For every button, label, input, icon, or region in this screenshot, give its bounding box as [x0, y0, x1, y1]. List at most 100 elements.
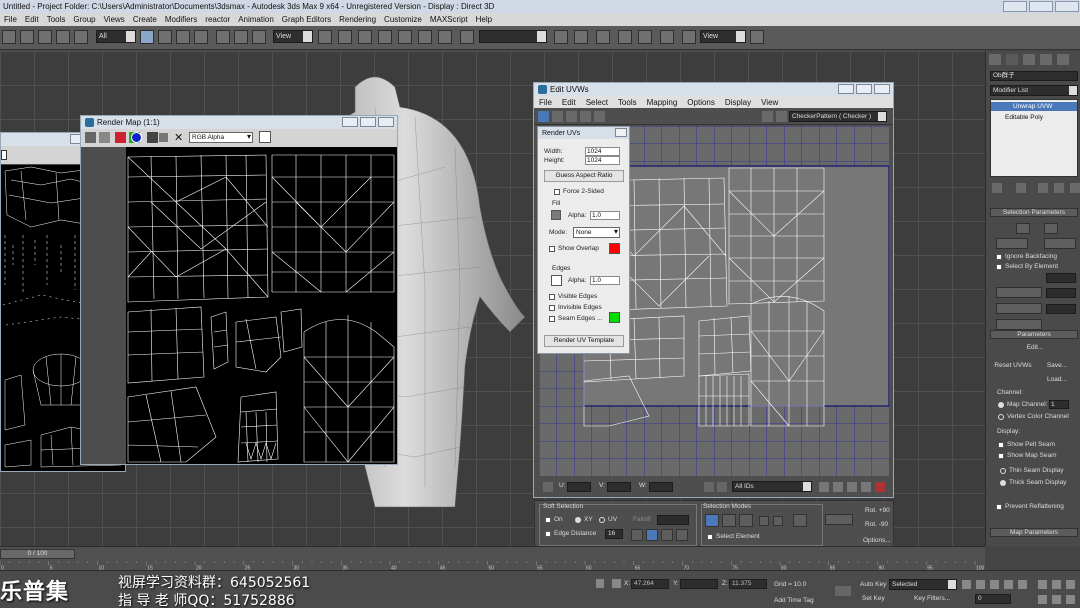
edge-mode-icon[interactable]: [722, 514, 736, 527]
uvw-menu-file[interactable]: File: [534, 98, 557, 107]
options-button[interactable]: Options...: [863, 537, 891, 544]
next-frame-icon[interactable]: [1004, 580, 1013, 589]
edge-distance-checkbox[interactable]: [545, 531, 551, 537]
schematic-view-icon[interactable]: [618, 30, 632, 44]
loop-button[interactable]: [1044, 238, 1076, 249]
pan-icon[interactable]: [704, 482, 714, 492]
add-time-tag-button[interactable]: Add Time Tag: [774, 597, 814, 604]
select-manipulate-icon[interactable]: [338, 30, 352, 44]
color-swatch[interactable]: [1, 150, 7, 160]
stack-item-editable-poly[interactable]: Editable Poly: [991, 113, 1077, 122]
visible-edges-checkbox[interactable]: [549, 294, 555, 300]
stack-item-unwrap-uvw[interactable]: Unwrap UVW: [991, 102, 1077, 111]
zoom-all-icon[interactable]: [1052, 580, 1061, 589]
planar-angle-field[interactable]: [1046, 288, 1076, 298]
selection-parameters-rollout[interactable]: Selection Parameters: [990, 208, 1078, 217]
maximize-button[interactable]: [1029, 1, 1053, 12]
fill-mode-dropdown[interactable]: None: [573, 227, 620, 238]
xy-radio[interactable]: [575, 517, 581, 523]
pin-stack-icon[interactable]: [992, 183, 1002, 193]
menu-animation[interactable]: Animation: [234, 15, 278, 24]
planar-angle-button[interactable]: [996, 287, 1042, 298]
angle-snap-icon[interactable]: [378, 30, 392, 44]
zoom-region-icon[interactable]: [847, 482, 857, 492]
paint-select-icon[interactable]: [793, 514, 807, 527]
rotate-icon[interactable]: [234, 30, 248, 44]
menu-reactor[interactable]: reactor: [201, 15, 234, 24]
zoom-extents-icon[interactable]: [833, 482, 843, 492]
select-element-checkbox[interactable]: [707, 534, 713, 540]
soft-selection-on-checkbox[interactable]: [545, 517, 551, 523]
make-unique-icon[interactable]: [1038, 183, 1048, 193]
uvw-rotate-icon[interactable]: [552, 111, 563, 122]
menu-tools[interactable]: Tools: [43, 15, 70, 24]
threshold-field[interactable]: [1046, 273, 1076, 283]
uvw-menu-tools[interactable]: Tools: [613, 98, 642, 107]
move-icon[interactable]: [216, 30, 230, 44]
select-by-name-icon[interactable]: [158, 30, 172, 44]
edge-distance-spinner[interactable]: 16: [605, 529, 623, 539]
zoom-selected-icon[interactable]: [861, 482, 871, 492]
auto-key-button[interactable]: Auto Key: [860, 581, 886, 588]
show-end-result-icon[interactable]: [1016, 183, 1026, 193]
shrink-button[interactable]: [1044, 223, 1058, 234]
thin-seam-radio[interactable]: [1000, 468, 1006, 474]
prev-frame-icon[interactable]: [976, 580, 985, 589]
width-spinner[interactable]: 1024: [585, 147, 620, 156]
lock-selection-icon[interactable]: [543, 482, 553, 492]
rectangular-selection-icon[interactable]: [176, 30, 190, 44]
grow-selection-icon[interactable]: [759, 516, 769, 526]
percent-snap-icon[interactable]: [398, 30, 412, 44]
uvw-scale-icon[interactable]: [566, 111, 577, 122]
render-map-titlebar[interactable]: Render Map (1:1): [81, 116, 397, 129]
falloff-slow-icon[interactable]: [661, 529, 673, 541]
render-uvs-close-button[interactable]: [615, 128, 627, 137]
arc-rotate-icon[interactable]: [1066, 595, 1075, 604]
modifier-list-dropdown[interactable]: Modifier List: [990, 85, 1078, 96]
selection-lock-icon[interactable]: [596, 579, 604, 588]
motion-tab-icon[interactable]: [1040, 54, 1052, 65]
reference-coordinate-dropdown[interactable]: View: [273, 30, 313, 43]
ignore-backfacing-checkbox[interactable]: [996, 254, 1002, 260]
uvw-uv-toggle-icon[interactable]: [776, 111, 787, 122]
render-map-window[interactable]: Render Map (1:1) ✕ RGB Alpha: [80, 115, 398, 465]
vertex-color-channel-radio[interactable]: [998, 414, 1004, 420]
render-uv-template-button[interactable]: Render UV Template: [544, 335, 624, 347]
play-icon[interactable]: [990, 580, 999, 589]
show-pelt-seam-checkbox[interactable]: [998, 442, 1004, 448]
falloff-linear-icon[interactable]: [646, 529, 658, 541]
fill-color-swatch[interactable]: [551, 210, 561, 220]
redo-icon[interactable]: [20, 30, 34, 44]
uvw-menu-mapping[interactable]: Mapping: [642, 98, 683, 107]
minimize-button[interactable]: [1003, 1, 1027, 12]
goto-start-icon[interactable]: [962, 580, 971, 589]
edit-uvws-minimize-button[interactable]: [838, 84, 854, 94]
render-map-minimize-button[interactable]: [342, 117, 358, 127]
uvw-show-map-icon[interactable]: [762, 111, 773, 122]
show-overlap-checkbox[interactable]: [549, 246, 555, 252]
edit-uvws-close-button[interactable]: [874, 84, 890, 94]
align-icon[interactable]: [554, 30, 568, 44]
ring-button[interactable]: [996, 238, 1028, 249]
menu-help[interactable]: Help: [472, 15, 496, 24]
select-mat-id-button[interactable]: [996, 303, 1042, 314]
snap-toggle-icon[interactable]: [358, 30, 372, 44]
menu-customize[interactable]: Customize: [380, 15, 426, 24]
edit-uvws-titlebar[interactable]: Edit UVWs: [534, 83, 893, 96]
map-channel-radio[interactable]: [998, 402, 1004, 408]
zoom-icon[interactable]: [717, 482, 727, 492]
reset-uvws-button[interactable]: Reset UVWs: [992, 361, 1034, 372]
key-mode-dropdown[interactable]: Selected: [889, 579, 957, 590]
timeline[interactable]: 0 / 100 0 5 10 15 20 25 30 35 40 45 50 55 60 65 70 75 80…: [0, 546, 985, 570]
force-2sided-checkbox[interactable]: [554, 189, 560, 195]
zoom-viewport-icon[interactable]: [1038, 580, 1047, 589]
menu-views[interactable]: Views: [100, 15, 129, 24]
prevent-reflattening-checkbox[interactable]: [996, 504, 1002, 510]
uvw-move-icon[interactable]: [538, 111, 549, 122]
red-channel-icon[interactable]: [115, 132, 126, 143]
falloff-fast-icon[interactable]: [676, 529, 688, 541]
clear-icon[interactable]: ✕: [174, 131, 183, 144]
select-link-icon[interactable]: [38, 30, 52, 44]
thick-seam-radio[interactable]: [1000, 480, 1006, 486]
create-tab-icon[interactable]: [989, 54, 1001, 65]
